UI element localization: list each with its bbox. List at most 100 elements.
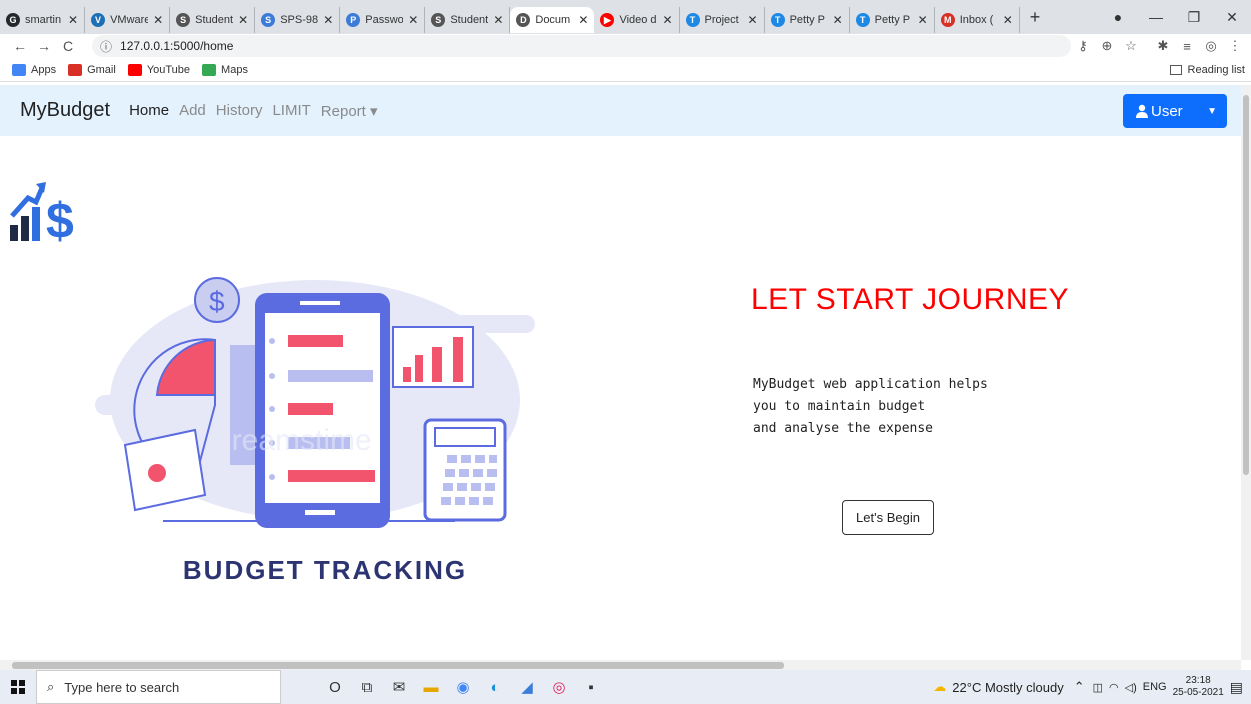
network-icon[interactable]: ◫ (1093, 681, 1103, 694)
close-window-button[interactable]: ✕ (1213, 9, 1251, 26)
cortana-icon[interactable]: O (319, 670, 351, 704)
menu-icon[interactable]: ⋮ (1223, 38, 1247, 54)
tab-close-icon[interactable]: ✕ (153, 13, 163, 27)
bookmark-icon (127, 63, 142, 76)
media-icon[interactable]: ≡ (1175, 39, 1199, 54)
clock-time: 23:18 (1185, 675, 1211, 686)
hero-description: MyBudget web application helps you to ma… (753, 374, 1093, 440)
terminal-icon[interactable]: ▪ (575, 670, 607, 704)
bookmarks-bar: Apps Gmail YouTube Maps Reading list (0, 58, 1251, 82)
lets-begin-button[interactable]: Let's Begin (842, 500, 934, 535)
bookmark-item[interactable]: Gmail (68, 63, 116, 76)
tab-favicon-icon: V (91, 13, 106, 27)
nav-history[interactable]: History (216, 102, 263, 119)
browser-tab[interactable]: S SPS-988 ✕ (255, 7, 341, 33)
browser-tab[interactable]: ▶ Video d ✕ (594, 7, 680, 33)
horizontal-scrollbar[interactable] (0, 660, 1241, 670)
bookmark-label: Gmail (87, 63, 116, 76)
browser-tab[interactable]: Gsmartin ✕ (0, 7, 86, 33)
minimize-button[interactable]: — (1137, 9, 1175, 25)
tray-chevron-icon[interactable]: ⌃ (1074, 679, 1085, 695)
tab-favicon-icon: T (770, 13, 785, 27)
wifi-icon[interactable]: ◠ (1109, 681, 1119, 694)
taskbar-search-box[interactable]: ⌕ Type here to search (36, 670, 281, 704)
tab-favicon-icon: T (855, 13, 870, 27)
sync-icon[interactable]: ◎ (1199, 38, 1223, 54)
url-text: 127.0.0.1:5000/home (120, 39, 234, 53)
app-navbar: MyBudget Home Add History LIMIT Report ▾… (0, 85, 1241, 136)
browser-tab[interactable]: V VMware ✕ (85, 7, 171, 33)
nav-home[interactable]: Home (129, 102, 169, 119)
reading-list-button[interactable]: Reading list (1169, 64, 1245, 76)
svg-text:$: $ (209, 286, 225, 317)
profile-icon[interactable]: ● (1099, 9, 1137, 25)
tab-list: Gsmartin ✕ V VMware ✕ S Student ✕ S SPS-988 ✕ P Pass… (0, 1, 1020, 33)
tab-close-icon[interactable]: ✕ (833, 13, 843, 27)
tab-title: Video d (619, 14, 657, 26)
nav-limit[interactable]: LIMIT (272, 102, 310, 119)
clock[interactable]: 23:18 25-05-2021 (1173, 675, 1224, 699)
site-info-icon[interactable]: ⓘ (100, 38, 112, 55)
weather-text[interactable]: 22°C Mostly cloudy (952, 680, 1063, 695)
new-tab-button[interactable]: + (1030, 7, 1041, 28)
maximize-button[interactable]: ❐ (1175, 9, 1213, 26)
tab-close-icon[interactable]: ✕ (323, 13, 333, 27)
tab-close-icon[interactable]: ✕ (1003, 13, 1013, 27)
vertical-scrollbar[interactable] (1241, 85, 1251, 660)
tab-close-icon[interactable]: ✕ (748, 13, 758, 27)
nav-add[interactable]: Add (179, 102, 206, 119)
back-button[interactable]: ← (8, 38, 32, 54)
bookmark-label: Maps (221, 63, 248, 76)
tab-close-icon[interactable]: ✕ (662, 13, 672, 27)
bookmark-icon (12, 63, 26, 76)
tab-close-icon[interactable]: ✕ (238, 13, 248, 27)
zoom-icon[interactable]: ⊕ (1095, 38, 1119, 54)
tab-close-icon[interactable]: ✕ (918, 13, 928, 27)
browser-tab[interactable]: P Passwo ✕ (340, 7, 426, 33)
system-tray: ☁ 22°C Mostly cloudy ⌃ ◫ ◠ ◁) ENG 23:18 … (933, 670, 1251, 704)
browser-tab[interactable]: T Petty P ✕ (850, 7, 935, 33)
tab-close-icon[interactable]: ✕ (408, 13, 418, 27)
bookmark-item[interactable]: YouTube (127, 63, 190, 76)
tab-title: SPS-988 (280, 14, 319, 26)
media-player-icon[interactable]: ◎ (543, 670, 575, 704)
browser-tab-strip: Gsmartin ✕ V VMware ✕ S Student ✕ S SPS-988 ✕ P Pass… (0, 0, 1251, 34)
start-button[interactable] (0, 680, 36, 694)
bookmark-item[interactable]: Apps (12, 63, 56, 76)
task-view-icon[interactable]: ⧉ (351, 670, 383, 704)
vertical-scroll-thumb[interactable] (1243, 95, 1249, 475)
edge-icon[interactable]: ◐ (479, 670, 511, 704)
bookmark-item[interactable]: Maps (202, 63, 248, 76)
forward-button[interactable]: → (32, 38, 56, 54)
chrome-icon[interactable]: ◉ (447, 670, 479, 704)
file-explorer-icon[interactable]: ▬ (415, 670, 447, 704)
volume-icon[interactable]: ◁) (1125, 681, 1137, 694)
notification-icon[interactable]: ▤ (1230, 679, 1243, 696)
browser-tab[interactable]: T Petty P ✕ (765, 7, 850, 33)
user-dropdown-button[interactable]: User ▼ (1123, 94, 1227, 128)
nav-report-dropdown[interactable]: Report ▾ (321, 102, 378, 120)
key-icon[interactable]: ⚷ (1071, 38, 1095, 54)
description-line: you to maintain budget (753, 399, 926, 414)
bookmark-star-icon[interactable]: ☆ (1119, 38, 1143, 54)
tab-title: Student (450, 14, 489, 26)
extensions-icon[interactable]: ✱ (1151, 38, 1175, 54)
reload-button[interactable]: C (56, 38, 80, 54)
notepad-icon[interactable]: ◢ (511, 670, 543, 704)
brand[interactable]: MyBudget (20, 99, 110, 122)
url-field[interactable]: ⓘ 127.0.0.1:5000/home (92, 35, 1071, 57)
browser-tab[interactable]: M Inbox (✕ (935, 7, 1020, 33)
language-indicator[interactable]: ENG (1143, 681, 1167, 693)
browser-tab[interactable]: S Student ✕ (425, 7, 511, 33)
browser-tab[interactable]: D Docum ✕ (510, 7, 595, 33)
mail-icon[interactable]: ✉ (383, 670, 415, 704)
description-line: MyBudget web application helps (753, 377, 988, 392)
bookmark-list: Apps Gmail YouTube Maps (0, 63, 248, 76)
browser-tab[interactable]: S Student ✕ (170, 7, 256, 33)
tab-close-icon[interactable]: ✕ (68, 13, 78, 27)
browser-tab[interactable]: T Project ✕ (680, 7, 765, 33)
horizontal-scroll-thumb[interactable] (12, 662, 784, 669)
tab-favicon-icon: T (685, 13, 700, 27)
tab-close-icon[interactable]: ✕ (578, 13, 588, 27)
tab-close-icon[interactable]: ✕ (493, 13, 503, 27)
